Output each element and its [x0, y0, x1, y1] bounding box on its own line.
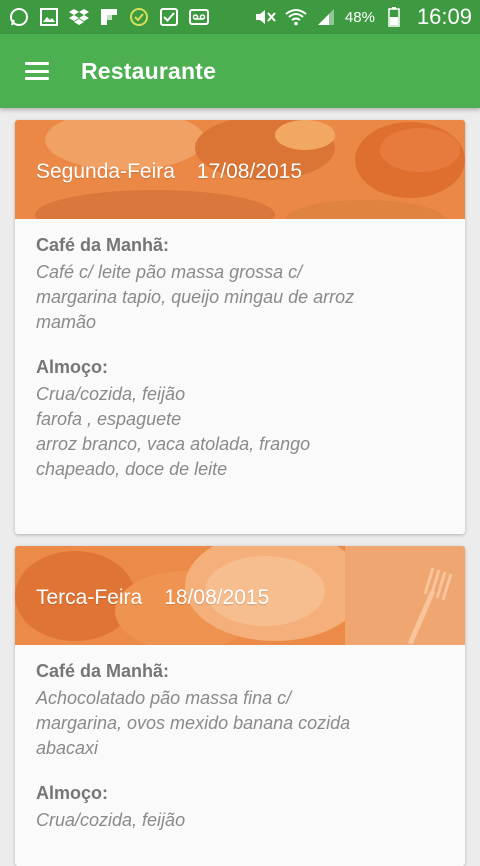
- voicemail-icon: [188, 6, 210, 28]
- flipboard-icon: [98, 6, 120, 28]
- day-label: Segunda-Feira: [36, 159, 175, 183]
- meal-description: Café c/ leite pão massa grossa c/ margar…: [36, 262, 355, 332]
- meal-title: Almoço:: [36, 783, 108, 803]
- clock: 16:09: [416, 4, 472, 29]
- battery-percent: 48%: [344, 8, 375, 26]
- card-header: Terca-Feira 18/08/2015: [15, 546, 465, 645]
- meal-description: Crua/cozida, feijão farofa , espaguete a…: [36, 384, 311, 479]
- app-bar: Restaurante: [0, 34, 480, 108]
- checkbox-icon: [158, 6, 180, 28]
- meal-lunch: Almoço: Crua/cozida, feijão: [36, 783, 444, 833]
- meal-description: Achocolatado pão massa fina c/ margarina…: [36, 688, 351, 758]
- meal-title: Almoço:: [36, 357, 108, 377]
- card-heading: Terca-Feira 18/08/2015: [15, 582, 269, 610]
- card-body: Café da Manhã: Café c/ leite pão massa g…: [15, 219, 465, 500]
- signal-icon: [315, 6, 337, 28]
- day-label: Terca-Feira: [36, 585, 143, 609]
- status-bar: 48% 16:09: [0, 0, 480, 34]
- battery-icon: [383, 6, 405, 28]
- card-heading: Segunda-Feira 17/08/2015: [15, 156, 302, 184]
- check-circle-icon: [128, 6, 150, 28]
- meal-breakfast: Café da Manhã: Café c/ leite pão massa g…: [36, 235, 444, 335]
- app-title: Restaurante: [81, 57, 217, 84]
- day-menu-card[interactable]: Segunda-Feira 17/08/2015 Café da Manhã: C…: [15, 120, 465, 534]
- meal-breakfast: Café da Manhã: Achocolatado pão massa fi…: [36, 661, 444, 761]
- dropbox-icon: [68, 6, 90, 28]
- day-menu-card[interactable]: Terca-Feira 18/08/2015 Café da Manhã: Ach…: [15, 546, 465, 866]
- gallery-icon: [38, 6, 60, 28]
- card-header: Segunda-Feira 17/08/2015: [15, 120, 465, 219]
- meal-title: Café da Manhã:: [36, 661, 170, 681]
- date-label: 18/08/2015: [164, 585, 270, 609]
- date-label: 17/08/2015: [196, 159, 303, 183]
- whatsapp-icon: [8, 6, 30, 28]
- meal-description: Crua/cozida, feijão: [36, 810, 186, 830]
- system-icons: 48% 16:09: [255, 4, 472, 30]
- mute-icon: [255, 6, 277, 28]
- menu-icon[interactable]: [25, 62, 49, 80]
- card-body: Café da Manhã: Achocolatado pão massa fi…: [15, 645, 465, 851]
- meal-lunch: Almoço: Crua/cozida, feijão farofa , esp…: [36, 357, 444, 482]
- wifi-icon: [285, 6, 307, 28]
- notification-icons: [8, 6, 210, 28]
- meal-title: Café da Manhã:: [36, 235, 170, 255]
